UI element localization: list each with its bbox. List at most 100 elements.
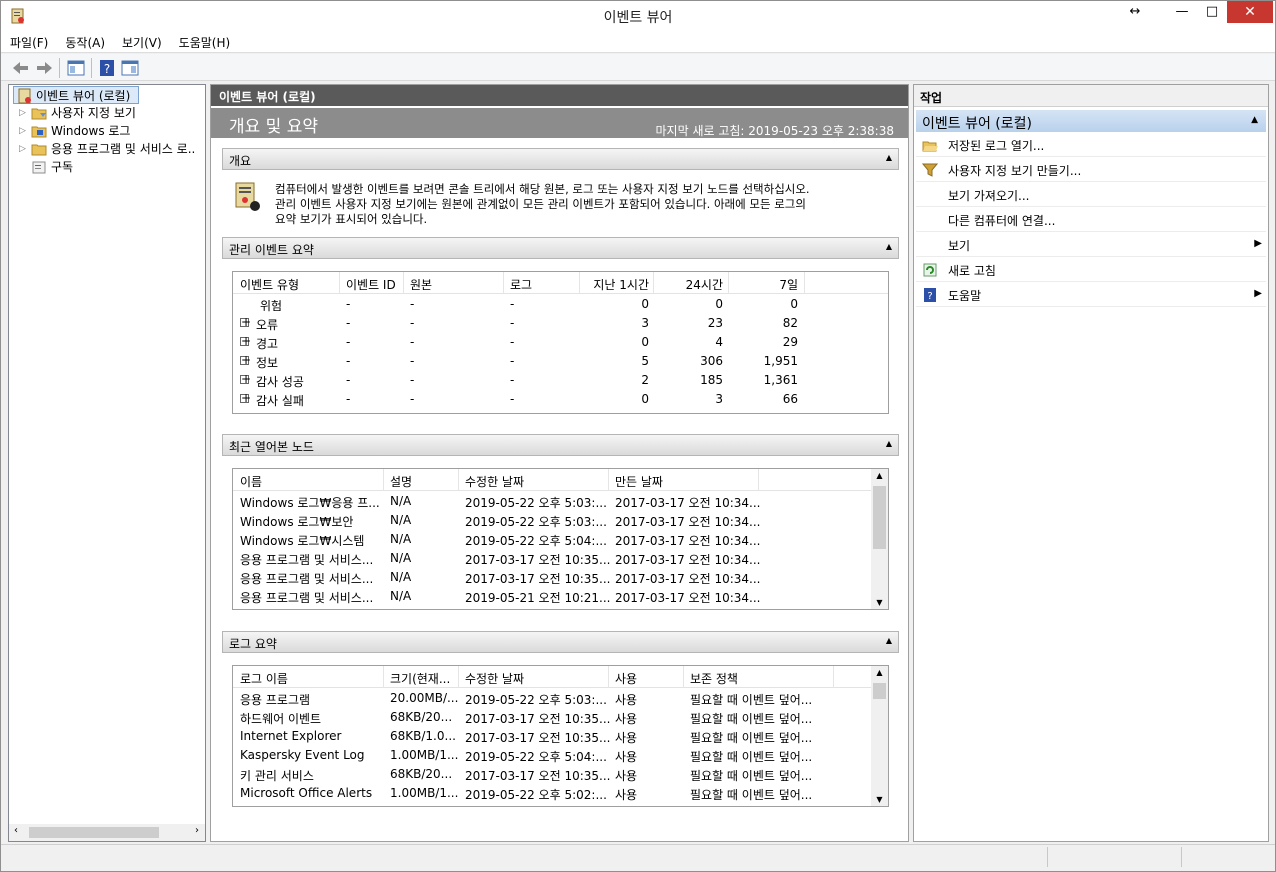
- minimize-button[interactable]: —: [1167, 1, 1197, 25]
- scroll-down-icon[interactable]: ▼: [871, 795, 888, 804]
- horizontal-scrollbar[interactable]: ‹ ›: [9, 824, 205, 841]
- table-row[interactable]: 오류 - - - 3 23 82 +: [233, 314, 888, 333]
- open-folder-icon: [922, 141, 938, 152]
- list-cell: 1.00MB/1...: [390, 748, 459, 762]
- scroll-up-icon[interactable]: ▲: [871, 668, 888, 677]
- table-row[interactable]: 경고 - - - 0 4 29 +: [233, 333, 888, 352]
- show-hide-action-pane-icon[interactable]: [120, 58, 140, 78]
- table-cell: -: [510, 335, 515, 349]
- list-item[interactable]: Windows 로그₩시스템 N/A 2019-05-22 오후 5:04:... 2…: [233, 530, 888, 549]
- toolbar: ?: [1, 54, 1275, 81]
- expand-plus-icon[interactable]: +: [240, 335, 251, 347]
- status-bar: [1, 844, 1275, 871]
- event-viewer-icon: [18, 88, 31, 104]
- list-cell: 응용 프로그램 및 서비스...: [240, 591, 374, 605]
- log-summary-table: 로그 이름 크기(현재... 수정한 날짜 사용 보존 정책 응용 프로그램 20…: [232, 665, 889, 807]
- resize-icon[interactable]: ↔: [1120, 1, 1150, 25]
- tree-item-windows-logs[interactable]: ▷ Windows 로그: [19, 122, 204, 140]
- center-pane-header: 이벤트 뷰어 (로컬): [211, 85, 908, 106]
- help-icon[interactable]: ?: [97, 58, 117, 78]
- table-cell: 4: [715, 335, 723, 349]
- section-overview-header[interactable]: 개요 ▲: [222, 148, 899, 170]
- list-item[interactable]: Microsoft Office Alerts 1.00MB/1... 2019-0…: [233, 784, 888, 803]
- list-item[interactable]: Windows 로그₩응용 프... N/A 2019-05-22 오후 5:03:…: [233, 492, 888, 511]
- action-refresh[interactable]: 새로 고침: [916, 258, 1266, 282]
- scroll-right-icon[interactable]: ›: [195, 825, 199, 836]
- action-connect-computer[interactable]: 다른 컴퓨터에 연결...: [916, 208, 1266, 232]
- list-cell: Windows 로그₩시스템: [240, 534, 365, 548]
- menu-file[interactable]: 파일(F): [1, 31, 56, 51]
- scrollbar-thumb[interactable]: [873, 486, 886, 549]
- list-item[interactable]: 응용 프로그램 및 서비스... N/A 2017-03-17 오전 10:35..…: [233, 568, 888, 587]
- table-cell: 위험: [260, 299, 283, 313]
- folder-filter-icon: [31, 108, 47, 120]
- section-admin-summary-header[interactable]: 관리 이벤트 요약 ▲: [222, 237, 899, 259]
- list-item[interactable]: 응용 프로그램 및 서비스... N/A 2017-03-17 오전 10:35..…: [233, 549, 888, 568]
- vertical-scrollbar[interactable]: ▲ ▼: [871, 469, 888, 609]
- list-cell: 2019-05-22 오후 5:04:...: [465, 534, 607, 548]
- expand-arrow-icon[interactable]: ▷: [19, 140, 29, 158]
- collapse-caret-icon[interactable]: ▲: [886, 242, 892, 251]
- expand-arrow-icon[interactable]: ▷: [19, 122, 29, 140]
- action-import-view[interactable]: 보기 가져오기...: [916, 183, 1266, 207]
- table-cell: 0: [715, 297, 723, 311]
- scroll-left-icon[interactable]: ‹: [14, 825, 18, 836]
- list-cell: 2017-03-17 오전 10:34...: [615, 572, 761, 586]
- list-cell: 2017-03-17 오전 10:34...: [615, 553, 761, 567]
- scrollbar-thumb[interactable]: [873, 683, 886, 699]
- menu-action[interactable]: 동작(A): [56, 31, 113, 51]
- section-recent-nodes-header[interactable]: 최근 열어본 노드 ▲: [222, 434, 899, 456]
- list-item[interactable]: 응용 프로그램 및 서비스... N/A 2019-05-21 오전 10:21..…: [233, 587, 888, 606]
- scrollbar-thumb[interactable]: [29, 827, 159, 838]
- list-item[interactable]: Windows 로그₩보안 N/A 2019-05-22 오후 5:03:... 20…: [233, 511, 888, 530]
- scroll-up-icon[interactable]: ▲: [871, 471, 888, 480]
- tree-item-custom-views[interactable]: ▷ 사용자 지정 보기: [19, 104, 204, 122]
- action-create-custom-view[interactable]: 사용자 지정 보기 만들기...: [916, 158, 1266, 182]
- action-view[interactable]: 보기 ▶: [916, 233, 1266, 257]
- collapse-caret-icon[interactable]: ▲: [886, 636, 892, 645]
- list-item[interactable]: Kaspersky Event Log 1.00MB/1... 2019-05-22…: [233, 746, 888, 765]
- expand-plus-icon[interactable]: +: [240, 316, 251, 328]
- menu-help[interactable]: 도움말(H): [170, 31, 239, 51]
- expand-arrow-icon[interactable]: ▷: [19, 104, 29, 122]
- menu-view[interactable]: 보기(V): [113, 31, 170, 51]
- vertical-scrollbar[interactable]: ▲ ▼: [871, 666, 888, 806]
- table-cell: -: [410, 354, 415, 368]
- list-item[interactable]: 응용 프로그램 20.00MB/... 2019-05-22 오후 5:03:...…: [233, 689, 888, 708]
- list-item[interactable]: 키 관리 서비스 68KB/20... 2017-03-17 오전 10:35...…: [233, 765, 888, 784]
- list-cell: 하드웨어 이벤트: [240, 712, 322, 726]
- collapse-caret-icon[interactable]: ▲: [886, 153, 892, 162]
- list-cell: 2017-03-17 오전 10:35...: [465, 572, 611, 586]
- table-cell: 2: [641, 373, 649, 387]
- list-cell: 2019-05-21 오전 10:21...: [465, 591, 611, 605]
- section-log-summary-header[interactable]: 로그 요약 ▲: [222, 631, 899, 653]
- action-help[interactable]: ? 도움말 ▶: [916, 283, 1266, 307]
- tree-root-event-viewer[interactable]: 이벤트 뷰어 (로컬): [13, 86, 139, 104]
- tree-item-apps-services[interactable]: ▷ 응용 프로그램 및 서비스 로..: [19, 140, 204, 158]
- table-cell: -: [410, 335, 415, 349]
- list-item[interactable]: 하드웨어 이벤트 68KB/20... 2017-03-17 오전 10:35...…: [233, 708, 888, 727]
- table-row[interactable]: 위험 - - - 0 0 0: [233, 295, 888, 314]
- list-cell: 20.00MB/...: [390, 691, 459, 705]
- close-button[interactable]: ✕: [1227, 1, 1273, 23]
- scroll-down-icon[interactable]: ▼: [871, 598, 888, 607]
- expand-plus-icon[interactable]: +: [240, 373, 251, 385]
- actions-group-header[interactable]: 이벤트 뷰어 (로컬) ▲: [916, 110, 1266, 132]
- show-hide-console-tree-icon[interactable]: [66, 58, 86, 78]
- back-arrow-icon[interactable]: [11, 58, 31, 78]
- list-cell: N/A: [390, 494, 412, 508]
- filter-icon: [922, 163, 938, 177]
- list-cell: Windows 로그₩보안: [240, 515, 354, 529]
- maximize-button[interactable]: □: [1197, 1, 1227, 25]
- collapse-caret-icon[interactable]: ▲: [1251, 115, 1258, 125]
- action-open-saved-log[interactable]: 저장된 로그 열기...: [916, 133, 1266, 157]
- table-row[interactable]: 감사 실패 - - - 0 3 66 +: [233, 390, 888, 409]
- expand-plus-icon[interactable]: +: [240, 392, 251, 404]
- expand-plus-icon[interactable]: +: [240, 354, 251, 366]
- list-item[interactable]: Internet Explorer 68KB/1.0... 2017-03-17 오…: [233, 727, 888, 746]
- table-row[interactable]: 감사 성공 - - - 2 185 1,361 +: [233, 371, 888, 390]
- collapse-caret-icon[interactable]: ▲: [886, 439, 892, 448]
- forward-arrow-icon[interactable]: [34, 58, 54, 78]
- tree-item-subscriptions[interactable]: 구독: [19, 158, 204, 176]
- table-row[interactable]: 정보 - - - 5 306 1,951 +: [233, 352, 888, 371]
